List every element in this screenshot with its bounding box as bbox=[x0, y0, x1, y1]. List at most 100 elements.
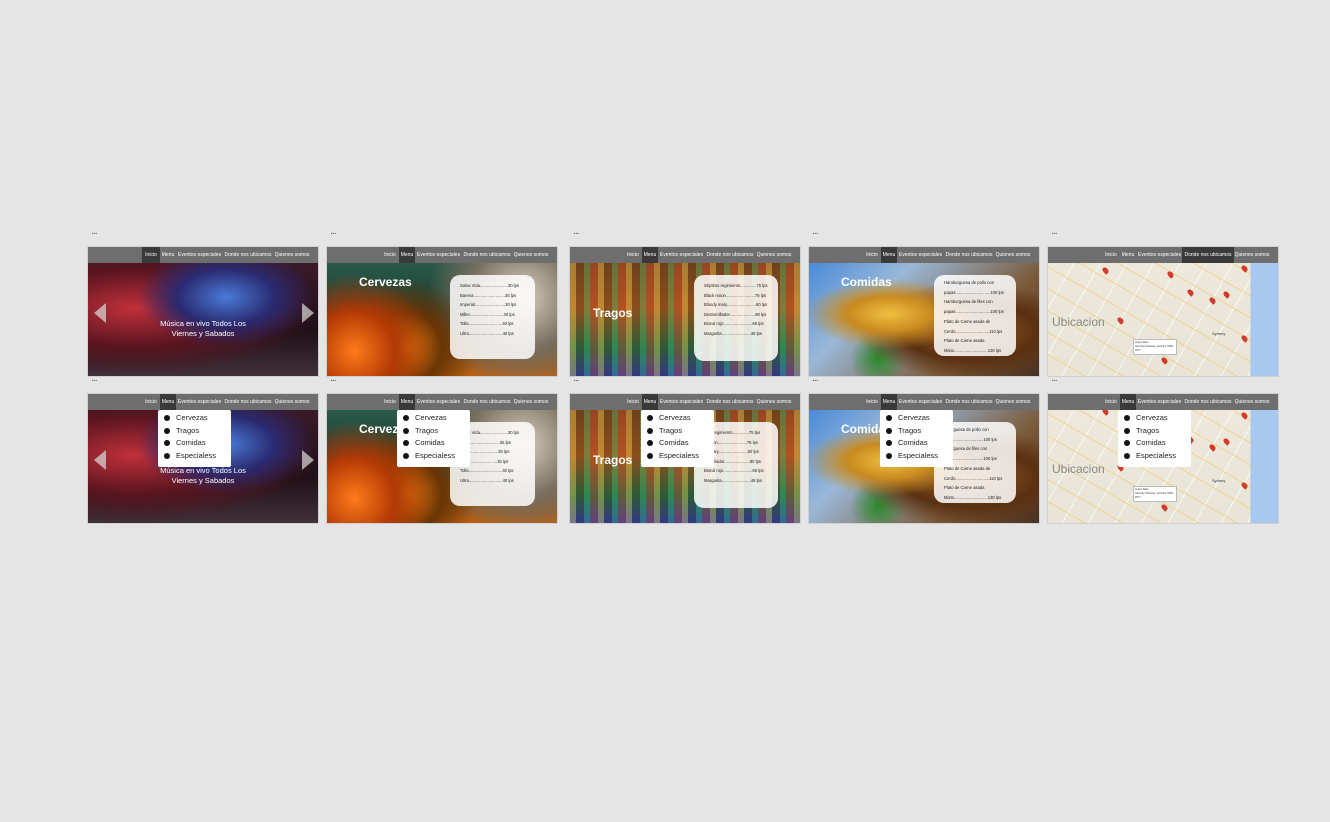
nav-ubicamos[interactable]: Donde nos ubicamos bbox=[224, 394, 272, 410]
nav-inicio[interactable]: Inicio bbox=[142, 247, 160, 263]
artboard-comidas-menu-open[interactable]: Inicio Menu Eventos especiales Donde nos… bbox=[809, 394, 1039, 523]
artboard-ubicacion-menu-open[interactable]: Inicio Menu Eventos especiales Donde nos… bbox=[1048, 394, 1278, 523]
bullet-icon bbox=[886, 440, 892, 447]
dropdown-item-comidas[interactable]: Comidas bbox=[641, 437, 714, 450]
artboard-cervezas-menu-open[interactable]: Inicio Menu Eventos especiales Donde nos… bbox=[327, 394, 557, 523]
nav-inicio[interactable]: Inicio bbox=[624, 247, 642, 263]
nav-eventos[interactable]: Eventos especiales bbox=[660, 247, 703, 263]
artboard-inicio[interactable]: Inicio Menu Eventos especiales Donde nos… bbox=[88, 247, 318, 376]
nav-quienes[interactable]: Quienes somos bbox=[756, 394, 792, 410]
nav-menu[interactable]: Menu bbox=[399, 394, 415, 410]
nav-ubicamos[interactable]: Donde nos ubicamos bbox=[706, 394, 754, 410]
carousel-prev-icon[interactable] bbox=[94, 450, 106, 470]
dropdown-item-tragos[interactable]: Tragos bbox=[1118, 425, 1191, 438]
dropdown-item-tragos[interactable]: Tragos bbox=[641, 425, 714, 438]
nav-eventos[interactable]: Eventos especiales bbox=[417, 247, 460, 263]
nav-eventos[interactable]: Eventos especiales bbox=[178, 247, 221, 263]
dropdown-item-especiales[interactable]: Especialess bbox=[1118, 450, 1191, 463]
artboard-options-icon[interactable]: ... bbox=[812, 375, 819, 384]
carousel-next-icon[interactable] bbox=[302, 450, 314, 470]
price-card: Salva Vida........................30 lps… bbox=[450, 275, 535, 359]
dropdown-item-cervezas[interactable]: Cervezas bbox=[158, 412, 231, 425]
dropdown-item-tragos[interactable]: Tragos bbox=[397, 425, 470, 438]
nav-eventos[interactable]: Eventos especiales bbox=[178, 394, 221, 410]
nav-eventos[interactable]: Eventos especiales bbox=[1138, 247, 1181, 263]
nav-quienes[interactable]: Quienes somos bbox=[513, 394, 549, 410]
nav-eventos[interactable]: Eventos especiales bbox=[660, 394, 703, 410]
nav-ubicamos[interactable]: Donde nos ubicamos bbox=[1182, 247, 1234, 263]
artboard-options-icon[interactable]: ... bbox=[1051, 228, 1058, 237]
bullet-icon bbox=[403, 452, 409, 459]
nav-quienes[interactable]: Quienes somos bbox=[513, 247, 549, 263]
artboard-tragos[interactable]: Inicio Menu Eventos especiales Donde nos… bbox=[570, 247, 800, 376]
artboard-options-icon[interactable]: ... bbox=[91, 375, 98, 384]
nav-ubicamos[interactable]: Donde nos ubicamos bbox=[945, 394, 993, 410]
nav-ubicamos[interactable]: Donde nos ubicamos bbox=[463, 247, 511, 263]
nav-menu[interactable]: Menu bbox=[160, 247, 176, 263]
nav-inicio[interactable]: Inicio bbox=[142, 394, 160, 410]
nav-inicio[interactable]: Inicio bbox=[381, 247, 399, 263]
artboard-tragos-menu-open[interactable]: Inicio Menu Eventos especiales Donde nos… bbox=[570, 394, 800, 523]
nav-eventos[interactable]: Eventos especiales bbox=[417, 394, 460, 410]
nav-inicio[interactable]: Inicio bbox=[1102, 394, 1120, 410]
dropdown-item-especiales[interactable]: Especialess bbox=[880, 450, 953, 463]
artboard-ubicacion[interactable]: Inicio Menu Eventos especiales Donde nos… bbox=[1048, 247, 1278, 376]
carousel-prev-icon[interactable] bbox=[94, 303, 106, 323]
carousel-indicators[interactable] bbox=[181, 368, 225, 376]
dropdown-item-comidas[interactable]: Comidas bbox=[880, 437, 953, 450]
dropdown-item-especiales[interactable]: Especialess bbox=[397, 450, 470, 463]
nav-inicio[interactable]: Inicio bbox=[863, 247, 881, 263]
dropdown-item-tragos[interactable]: Tragos bbox=[158, 425, 231, 438]
dropdown-item-cervezas[interactable]: Cervezas bbox=[880, 412, 953, 425]
artboard-inicio-menu-open[interactable]: Inicio Menu Eventos especiales Donde nos… bbox=[88, 394, 318, 523]
nav-menu[interactable]: Menu bbox=[1120, 394, 1136, 410]
artboard-options-icon[interactable]: ... bbox=[573, 228, 580, 237]
carousel-indicators[interactable] bbox=[181, 515, 225, 523]
nav-menu[interactable]: Menu bbox=[160, 394, 176, 410]
nav-quienes[interactable]: Quienes somos bbox=[1234, 394, 1270, 410]
nav-menu[interactable]: Menu bbox=[399, 247, 415, 263]
dropdown-item-cervezas[interactable]: Cervezas bbox=[641, 412, 714, 425]
artboard-options-icon[interactable]: ... bbox=[91, 228, 98, 237]
artboard-cervezas[interactable]: Inicio Menu Eventos especiales Donde nos… bbox=[327, 247, 557, 376]
artboard-options-icon[interactable]: ... bbox=[573, 375, 580, 384]
carousel-next-icon[interactable] bbox=[302, 303, 314, 323]
artboard-options-icon[interactable]: ... bbox=[812, 228, 819, 237]
nav-menu[interactable]: Menu bbox=[1120, 247, 1136, 263]
dropdown-item-comidas[interactable]: Comidas bbox=[397, 437, 470, 450]
nav-inicio[interactable]: Inicio bbox=[624, 394, 642, 410]
dropdown-item-cervezas[interactable]: Cervezas bbox=[1118, 412, 1191, 425]
nav-ubicamos[interactable]: Donde nos ubicamos bbox=[1184, 394, 1232, 410]
dropdown-item-comidas[interactable]: Comidas bbox=[1118, 437, 1191, 450]
nav-ubicamos[interactable]: Donde nos ubicamos bbox=[945, 247, 993, 263]
artboard-comidas[interactable]: Inicio Menu Eventos especiales Donde nos… bbox=[809, 247, 1039, 376]
nav-menu[interactable]: Menu bbox=[642, 247, 658, 263]
nav-menu[interactable]: Menu bbox=[881, 394, 897, 410]
artboard-options-icon[interactable]: ... bbox=[330, 375, 337, 384]
dropdown-item-especiales[interactable]: Especialess bbox=[641, 450, 714, 463]
nav-inicio[interactable]: Inicio bbox=[1102, 247, 1120, 263]
nav-ubicamos[interactable]: Donde nos ubicamos bbox=[224, 247, 272, 263]
nav-quienes[interactable]: Quienes somos bbox=[756, 247, 792, 263]
nav-inicio[interactable]: Inicio bbox=[863, 394, 881, 410]
nav-bar: Inicio Menu Eventos especiales Donde nos… bbox=[88, 394, 318, 410]
nav-quienes[interactable]: Quienes somos bbox=[995, 394, 1031, 410]
nav-eventos[interactable]: Eventos especiales bbox=[1138, 394, 1181, 410]
artboard-options-icon[interactable]: ... bbox=[1051, 375, 1058, 384]
artboard-options-icon[interactable]: ... bbox=[330, 228, 337, 237]
nav-quienes[interactable]: Quienes somos bbox=[274, 247, 310, 263]
nav-quienes[interactable]: Quienes somos bbox=[995, 247, 1031, 263]
nav-ubicamos[interactable]: Donde nos ubicamos bbox=[463, 394, 511, 410]
nav-menu[interactable]: Menu bbox=[642, 394, 658, 410]
nav-eventos[interactable]: Eventos especiales bbox=[899, 247, 942, 263]
nav-menu[interactable]: Menu bbox=[881, 247, 897, 263]
dropdown-item-cervezas[interactable]: Cervezas bbox=[397, 412, 470, 425]
dropdown-item-tragos[interactable]: Tragos bbox=[880, 425, 953, 438]
nav-quienes[interactable]: Quienes somos bbox=[1234, 247, 1270, 263]
nav-quienes[interactable]: Quienes somos bbox=[274, 394, 310, 410]
nav-ubicamos[interactable]: Donde nos ubicamos bbox=[706, 247, 754, 263]
dropdown-item-comidas[interactable]: Comidas bbox=[158, 437, 231, 450]
nav-eventos[interactable]: Eventos especiales bbox=[899, 394, 942, 410]
nav-inicio[interactable]: Inicio bbox=[381, 394, 399, 410]
dropdown-item-especiales[interactable]: Especialess bbox=[158, 450, 231, 463]
